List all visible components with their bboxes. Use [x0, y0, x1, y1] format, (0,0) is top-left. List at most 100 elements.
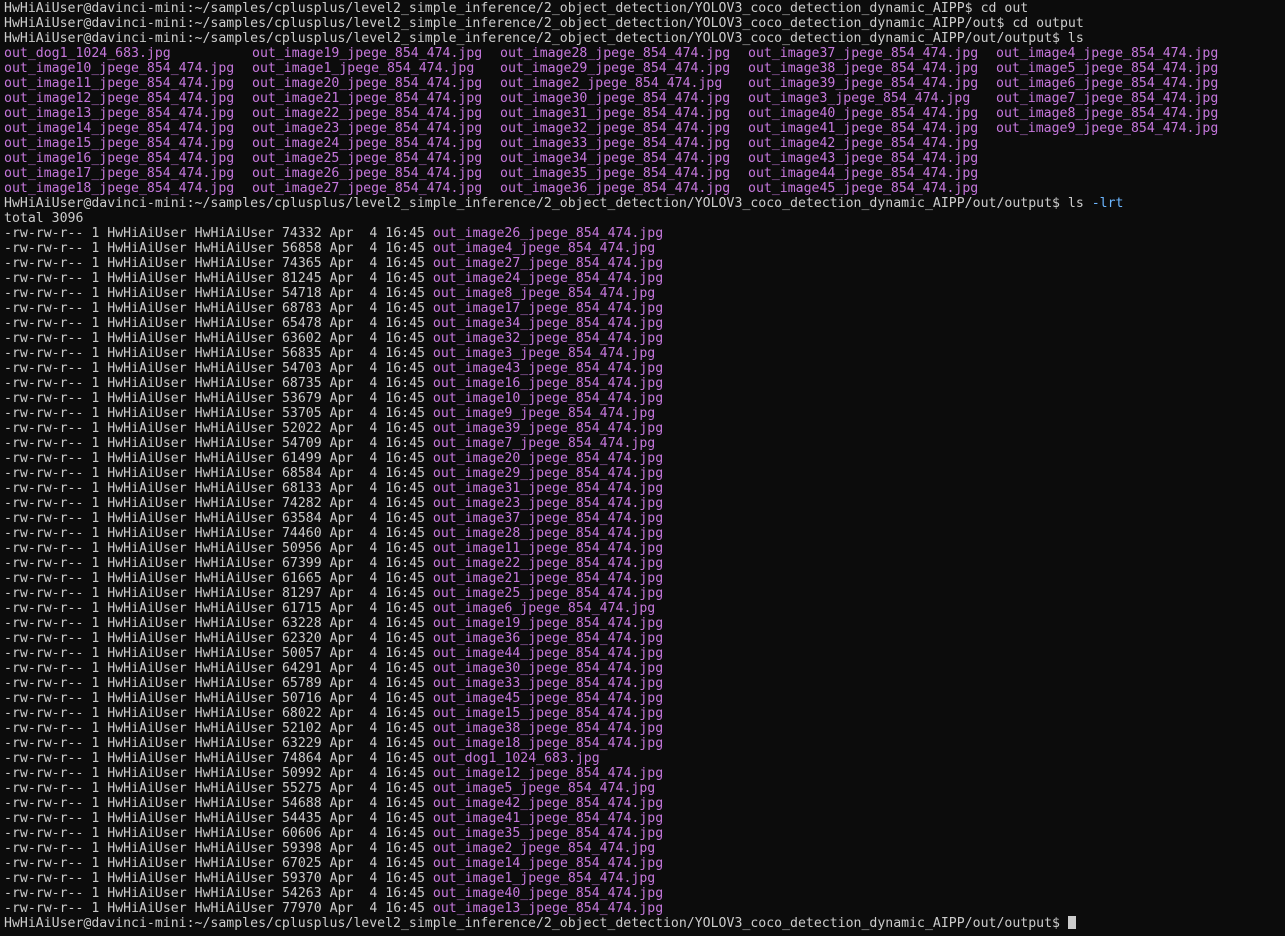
time: 16:45: [385, 631, 425, 646]
file-name: out_image8_jpege_854_474.jpg: [432, 286, 656, 301]
day: 4: [369, 421, 378, 436]
file-name: out_image42_jpege_854_474.jpg: [432, 796, 664, 811]
file-size: 65789: [281, 676, 322, 691]
file-name: out_dog1_1024_683.jpg: [432, 751, 600, 766]
link-count: 1: [91, 286, 100, 301]
time: 16:45: [385, 406, 425, 421]
owner: HwHiAiUser: [107, 886, 187, 901]
group: HwHiAiUser: [194, 286, 275, 301]
active-prompt-line[interactable]: HwHiAiUser@davinci-mini:~/samples/cplusp…: [4, 916, 1285, 931]
file-entry: out_image4_jpege_854_474.jpg: [996, 46, 1219, 61]
owner: HwHiAiUser: [107, 571, 187, 586]
file-entry: out_image16_jpege_854_474.jpg: [4, 151, 235, 166]
time: 16:45: [385, 496, 425, 511]
group: HwHiAiUser: [194, 706, 275, 721]
link-count: 1: [91, 751, 100, 766]
day: 4: [369, 616, 378, 631]
file-entry: out_image43_jpege_854_474.jpg: [748, 151, 979, 166]
time: 16:45: [385, 886, 425, 901]
file-entry: [996, 136, 1244, 151]
link-count: 1: [91, 301, 100, 316]
listing-row: -rw-rw-r-- 1 HwHiAiUser HwHiAiUser 61499…: [4, 451, 1285, 466]
group: HwHiAiUser: [194, 451, 275, 466]
day: 4: [369, 601, 378, 616]
owner: HwHiAiUser: [107, 391, 187, 406]
perms: -rw-rw-r--: [4, 226, 84, 241]
prompt: HwHiAiUser@davinci-mini:~/samples/cplusp…: [4, 196, 1068, 211]
month: Apr: [329, 871, 354, 886]
month: Apr: [329, 556, 354, 571]
group: HwHiAiUser: [194, 856, 275, 871]
file-entry: out_image32_jpege_854_474.jpg: [500, 121, 731, 136]
file-size: 60606: [281, 826, 322, 841]
owner: HwHiAiUser: [107, 541, 187, 556]
perms: -rw-rw-r--: [4, 661, 84, 676]
listing-row: -rw-rw-r-- 1 HwHiAiUser HwHiAiUser 59398…: [4, 841, 1285, 856]
file-entry: out_image11_jpege_854_474.jpg: [4, 76, 235, 91]
file-name: out_image2_jpege_854_474.jpg: [432, 841, 656, 856]
link-count: 1: [91, 661, 100, 676]
file-name: out_image20_jpege_854_474.jpg: [432, 451, 664, 466]
listing-row: -rw-rw-r-- 1 HwHiAiUser HwHiAiUser 52102…: [4, 721, 1285, 736]
link-count: 1: [91, 886, 100, 901]
file-name: out_image45_jpege_854_474.jpg: [432, 691, 664, 706]
link-count: 1: [91, 241, 100, 256]
file-entry: out_image42_jpege_854_474.jpg: [748, 136, 979, 151]
file-size: 55275: [281, 781, 322, 796]
owner: HwHiAiUser: [107, 601, 187, 616]
listing-row: -rw-rw-r-- 1 HwHiAiUser HwHiAiUser 50992…: [4, 766, 1285, 781]
perms: -rw-rw-r--: [4, 571, 84, 586]
link-count: 1: [91, 811, 100, 826]
prompt: HwHiAiUser@davinci-mini:~/samples/cplusp…: [4, 16, 1013, 31]
history-line: HwHiAiUser@davinci-mini:~/samples/cplusp…: [4, 1, 1285, 16]
month: Apr: [329, 646, 354, 661]
day: 4: [369, 331, 378, 346]
perms: -rw-rw-r--: [4, 586, 84, 601]
day: 4: [369, 301, 378, 316]
link-count: 1: [91, 616, 100, 631]
file-name: out_image33_jpege_854_474.jpg: [432, 676, 664, 691]
listing-row: -rw-rw-r-- 1 HwHiAiUser HwHiAiUser 68735…: [4, 376, 1285, 391]
listing-row: -rw-rw-r-- 1 HwHiAiUser HwHiAiUser 53679…: [4, 391, 1285, 406]
file-entry: out_image30_jpege_854_474.jpg: [500, 91, 731, 106]
file-size: 74460: [281, 526, 322, 541]
day: 4: [369, 526, 378, 541]
file-name: out_image13_jpege_854_474.jpg: [432, 901, 664, 916]
listing-row: -rw-rw-r-- 1 HwHiAiUser HwHiAiUser 74460…: [4, 526, 1285, 541]
perms: -rw-rw-r--: [4, 766, 84, 781]
file-size: 61665: [281, 571, 322, 586]
day: 4: [369, 511, 378, 526]
owner: HwHiAiUser: [107, 796, 187, 811]
file-entry: out_image7_jpege_854_474.jpg: [996, 91, 1219, 106]
perms: -rw-rw-r--: [4, 691, 84, 706]
owner: HwHiAiUser: [107, 736, 187, 751]
perms: -rw-rw-r--: [4, 481, 84, 496]
file-entry: [996, 181, 1244, 196]
time: 16:45: [385, 871, 425, 886]
file-size: 54435: [281, 811, 322, 826]
listing-row: -rw-rw-r-- 1 HwHiAiUser HwHiAiUser 68022…: [4, 706, 1285, 721]
owner: HwHiAiUser: [107, 256, 187, 271]
listing-row: -rw-rw-r-- 1 HwHiAiUser HwHiAiUser 65789…: [4, 676, 1285, 691]
link-count: 1: [91, 316, 100, 331]
day: 4: [369, 661, 378, 676]
file-size: 54718: [281, 286, 322, 301]
group: HwHiAiUser: [194, 271, 275, 286]
file-name: out_image12_jpege_854_474.jpg: [432, 766, 664, 781]
file-name: out_image16_jpege_854_474.jpg: [432, 376, 664, 391]
month: Apr: [329, 361, 354, 376]
perms: -rw-rw-r--: [4, 286, 84, 301]
history-line: HwHiAiUser@davinci-mini:~/samples/cplusp…: [4, 16, 1285, 31]
owner: HwHiAiUser: [107, 871, 187, 886]
listing-row: -rw-rw-r-- 1 HwHiAiUser HwHiAiUser 60606…: [4, 826, 1285, 841]
month: Apr: [329, 766, 354, 781]
terminal-window[interactable]: HwHiAiUser@davinci-mini:~/samples/cplusp…: [0, 0, 1285, 936]
file-size: 67399: [281, 556, 322, 571]
text-cursor: [1067, 916, 1076, 929]
month: Apr: [329, 331, 354, 346]
time: 16:45: [385, 316, 425, 331]
time: 16:45: [385, 691, 425, 706]
day: 4: [369, 406, 378, 421]
file-name: out_image41_jpege_854_474.jpg: [432, 811, 664, 826]
link-count: 1: [91, 481, 100, 496]
